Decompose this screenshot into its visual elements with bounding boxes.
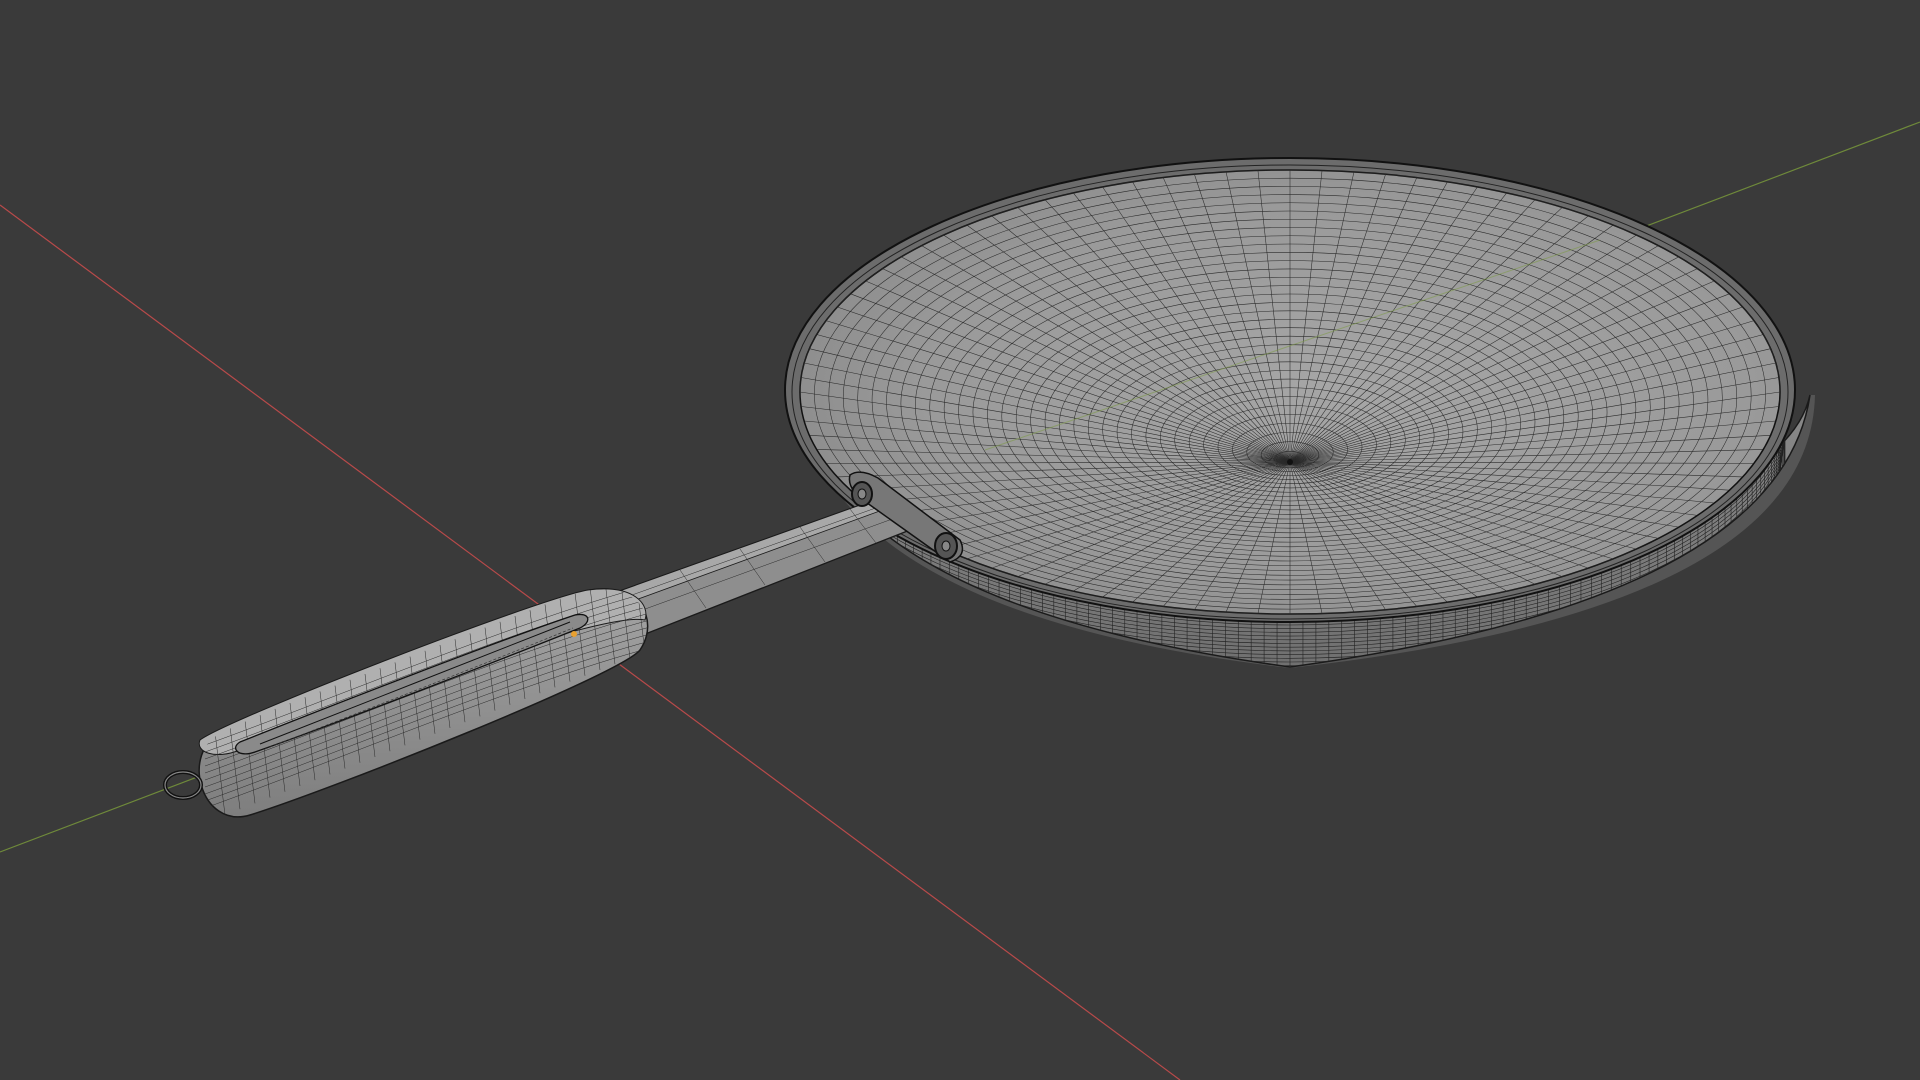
3d-viewport[interactable] [0,0,1920,1080]
pan-center-pole [1287,459,1293,465]
viewport-canvas[interactable] [0,0,1920,1080]
object-origin-icon [571,631,577,637]
